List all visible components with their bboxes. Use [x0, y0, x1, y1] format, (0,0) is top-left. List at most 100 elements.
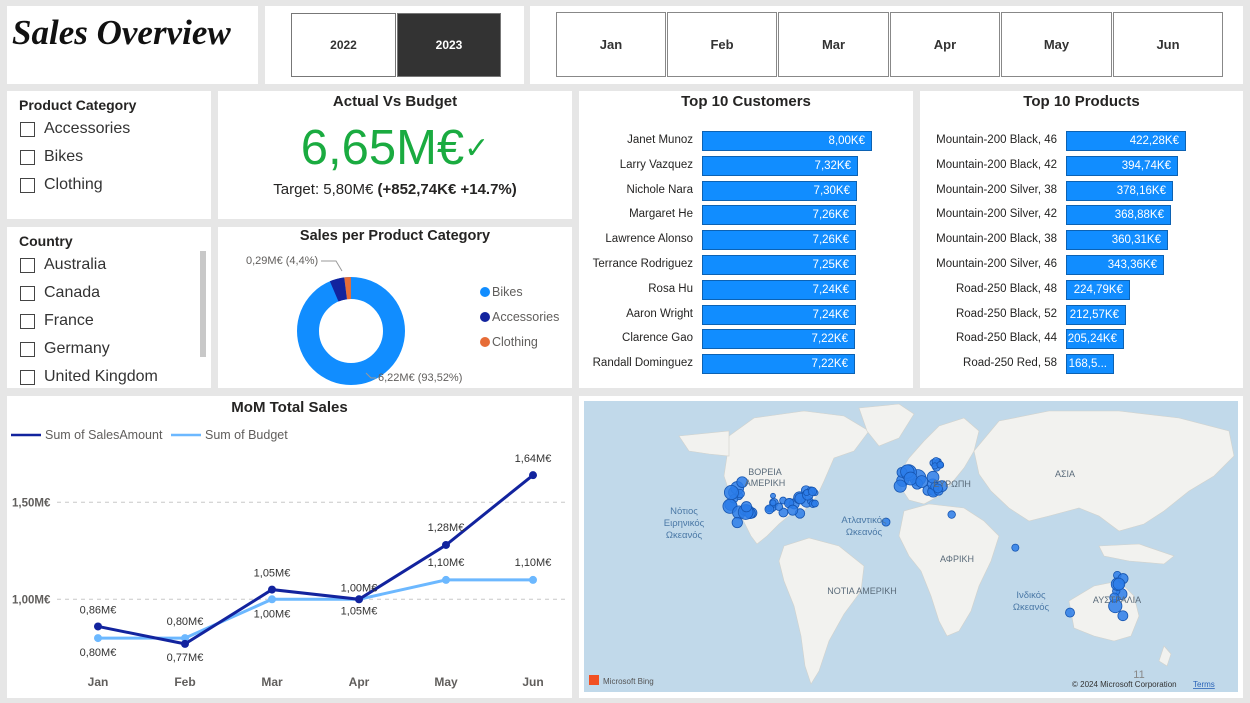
map-bubble[interactable] [731, 516, 743, 529]
bar-row[interactable]: Aaron Wright 7,24K€ [579, 304, 913, 325]
map-bubble[interactable] [1117, 610, 1129, 622]
legend-dot-clothing [480, 337, 490, 347]
bar[interactable]: 343,36K€ [1066, 255, 1164, 275]
map-bubble[interactable] [811, 499, 819, 508]
bar-label: Mountain-200 Silver, 46 [936, 258, 1057, 270]
checkbox[interactable] [20, 313, 35, 329]
bar[interactable]: 7,24K€ [702, 279, 856, 300]
option-germany[interactable]: Germany [7, 335, 211, 363]
bar-row[interactable]: Randall Dominguez 7,22K€ [579, 354, 913, 375]
bar-row[interactable]: Mountain-200 Silver, 38 378,16K€ [920, 180, 1243, 201]
year-button-2022[interactable]: 2022 [291, 13, 396, 77]
map-bubble[interactable] [764, 504, 775, 515]
bar-row[interactable]: Road-250 Black, 44 205,24K€ [920, 329, 1243, 350]
bar[interactable]: 168,5... [1066, 354, 1114, 375]
map-bubble[interactable] [903, 471, 918, 486]
bar[interactable]: 7,32K€ [702, 155, 858, 176]
map-bubble[interactable] [774, 502, 784, 511]
month-button-jan[interactable]: Jan [556, 12, 666, 77]
option-canada[interactable]: Canada [7, 279, 211, 307]
map-bubble[interactable] [1112, 577, 1126, 591]
bar[interactable]: 368,88K€ [1066, 205, 1171, 226]
option-france[interactable]: France [7, 307, 211, 335]
donut-slice-bikes[interactable] [297, 277, 405, 385]
series-line [98, 578, 533, 640]
bar-label: Mountain-200 Black, 38 [936, 233, 1057, 246]
month-button-feb[interactable]: Feb [667, 12, 777, 77]
map-bubble[interactable] [807, 486, 818, 496]
bar-row[interactable]: Rosa Hu 7,24K€ [579, 279, 913, 300]
bar[interactable]: 8,00K€ [702, 131, 872, 151]
month-button-apr[interactable]: Apr [890, 12, 1000, 77]
data-label: 1,00M€ [341, 582, 378, 594]
country-scrollbar[interactable] [200, 251, 206, 357]
bar[interactable]: 7,22K€ [702, 354, 855, 375]
checkbox[interactable] [20, 341, 35, 357]
bar[interactable]: 7,25K€ [702, 255, 856, 275]
option-united-kingdom[interactable]: United Kingdom [7, 363, 211, 388]
bar[interactable]: 422,28K€ [1066, 131, 1186, 151]
map-bubble[interactable] [770, 492, 776, 499]
month-button-jun[interactable]: Jun [1113, 12, 1223, 77]
x-tick-label: Jun [522, 675, 543, 689]
bar[interactable]: 7,26K€ [702, 205, 856, 226]
bar-row[interactable]: Road-250 Black, 48 224,79K€ [920, 279, 1243, 300]
bar-row[interactable]: Road-250 Black, 52 212,57K€ [920, 304, 1243, 325]
bar[interactable]: 360,31K€ [1066, 230, 1168, 251]
bar[interactable]: 378,16K€ [1066, 180, 1173, 201]
checkbox[interactable] [20, 177, 35, 193]
month-button-may[interactable]: May [1001, 12, 1112, 77]
year-button-2023[interactable]: 2023 [397, 13, 501, 77]
map-terms-link[interactable]: Terms [1193, 680, 1215, 689]
world-map[interactable]: ΒΟΡΕΙΑ ΑΜΕΡΙΚΗ Νότιος Ειρηνικός Ωκεανός … [579, 396, 1243, 698]
map-bubble[interactable] [787, 504, 799, 516]
map-bubble[interactable] [947, 510, 956, 519]
bar-row[interactable]: Mountain-200 Silver, 42 368,88K€ [920, 205, 1243, 226]
bar-row[interactable]: Mountain-200 Black, 42 394,74K€ [920, 155, 1243, 176]
bar-row[interactable]: Margaret He 7,26K€ [579, 205, 913, 226]
bar-row[interactable]: Terrance Rodriguez 7,25K€ [579, 255, 913, 275]
legend-dot-accessories [480, 312, 490, 322]
map-bubble[interactable] [740, 501, 752, 513]
bar[interactable]: 7,22K€ [702, 329, 855, 350]
bar[interactable]: 224,79K€ [1066, 279, 1130, 300]
bar[interactable]: 7,24K€ [702, 304, 856, 325]
checkbox[interactable] [20, 149, 35, 165]
map-bubble[interactable] [723, 484, 739, 500]
bar-label: Terrance Rodriguez [592, 258, 693, 270]
bar-row[interactable]: Mountain-200 Black, 38 360,31K€ [920, 230, 1243, 251]
bar-row[interactable]: Mountain-200 Silver, 46 343,36K€ [920, 255, 1243, 275]
bar-label: Randall Dominguez [592, 357, 693, 370]
map-bubble[interactable] [936, 461, 945, 469]
checkbox[interactable] [20, 257, 35, 273]
actual-vs-budget-card: Actual Vs Budget 6,65M€✓ Target: 5,80M€ … [218, 91, 572, 219]
option-australia[interactable]: Australia [7, 251, 211, 279]
check-icon: ✓ [464, 132, 490, 165]
bar-row[interactable]: Larry Vazquez 7,32K€ [579, 155, 913, 176]
bar-row[interactable]: Clarence Gao 7,22K€ [579, 329, 913, 350]
checkbox[interactable] [20, 369, 35, 385]
bar[interactable]: 7,26K€ [702, 230, 856, 251]
map-label-africa: ΑΦΡΙΚΗ [940, 554, 974, 564]
month-button-mar[interactable]: Mar [778, 12, 889, 77]
map-bubble[interactable] [893, 479, 907, 493]
map-label-atlantic-1: Ατλαντικός [841, 515, 887, 526]
map-bubble[interactable] [1065, 607, 1075, 618]
checkbox[interactable] [20, 285, 35, 301]
checkbox[interactable] [20, 121, 35, 137]
map-label-pacific-2: Ειρηνικός [664, 518, 705, 529]
bar[interactable]: 205,24K€ [1066, 329, 1124, 350]
bar[interactable]: 394,74K€ [1066, 155, 1178, 176]
bar-row[interactable]: Mountain-200 Black, 46 422,28K€ [920, 131, 1243, 151]
option-accessories[interactable]: Accessories [7, 115, 211, 143]
bar-row[interactable]: Nichole Nara 7,30K€ [579, 180, 913, 201]
bar[interactable]: 212,57K€ [1066, 304, 1126, 325]
bar[interactable]: 7,30K€ [702, 180, 857, 201]
option-clothing[interactable]: Clothing [7, 171, 211, 199]
bar-row[interactable]: Janet Munoz 8,00K€ [579, 131, 913, 151]
option-bikes[interactable]: Bikes [7, 143, 211, 171]
bar-row[interactable]: Lawrence Alonso 7,26K€ [579, 230, 913, 251]
map-bubble[interactable] [1011, 543, 1020, 552]
bar-row[interactable]: Road-250 Red, 58 168,5... [920, 354, 1243, 375]
map-label-atlantic-2: Ωκεανός [846, 527, 883, 538]
